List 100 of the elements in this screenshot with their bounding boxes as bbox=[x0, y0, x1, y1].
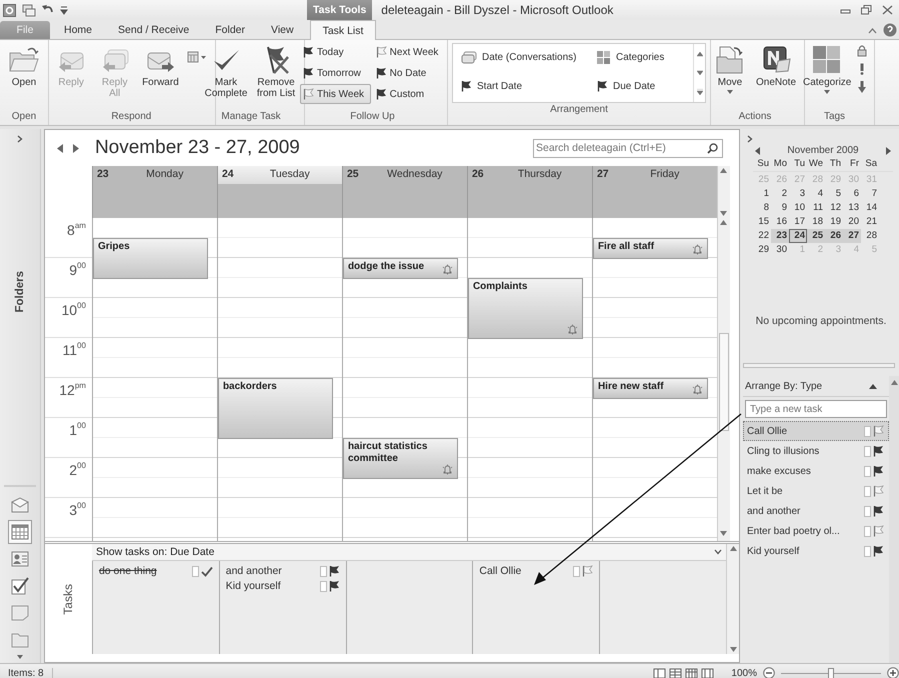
folders-label[interactable]: Folders bbox=[14, 271, 26, 313]
day-header[interactable]: 24 Tuesday bbox=[216, 166, 342, 218]
calendar-day[interactable]: 20 bbox=[843, 215, 861, 229]
previous-icon[interactable] bbox=[56, 144, 63, 152]
calendar-day[interactable]: 14 bbox=[861, 201, 879, 215]
follow-up-button[interactable]: Tomorrow bbox=[300, 63, 371, 83]
calendar-day[interactable]: 7 bbox=[861, 187, 879, 201]
next-icon[interactable] bbox=[72, 144, 79, 152]
ribbon-button[interactable]: Categorize bbox=[799, 43, 856, 96]
arrangement-option[interactable]: Start Date bbox=[455, 77, 591, 95]
flag-icon[interactable] bbox=[873, 465, 884, 477]
expand-icon[interactable] bbox=[16, 135, 23, 143]
more-icon[interactable] bbox=[696, 89, 702, 96]
flag-icon[interactable] bbox=[873, 445, 884, 457]
collapse-ribbon-icon[interactable] bbox=[868, 26, 877, 34]
appointment[interactable]: Fire all staff bbox=[592, 238, 708, 259]
ribbon-button[interactable]: Forward bbox=[139, 43, 182, 90]
flag-icon[interactable] bbox=[376, 46, 387, 58]
ribbon-tab[interactable]: Folder bbox=[203, 21, 257, 39]
calendar-day[interactable]: 5 bbox=[825, 187, 843, 201]
task-item[interactable]: do one thing bbox=[98, 565, 190, 577]
flag-icon[interactable] bbox=[303, 46, 314, 58]
ribbon-button[interactable]: OneNote bbox=[752, 43, 800, 90]
flag-icon[interactable] bbox=[873, 545, 884, 557]
checkmark-icon[interactable] bbox=[200, 566, 213, 576]
ribbon-tab[interactable]: View bbox=[259, 21, 306, 39]
customize-dropdown-icon[interactable] bbox=[60, 5, 68, 15]
search-icon[interactable] bbox=[707, 142, 718, 154]
calendar-day[interactable]: 30 bbox=[771, 243, 789, 257]
scrollbar[interactable] bbox=[716, 166, 730, 218]
scrollbar[interactable] bbox=[716, 218, 730, 541]
day-header[interactable]: 25 Wednesday bbox=[342, 166, 467, 218]
flag-icon[interactable] bbox=[303, 67, 314, 79]
app-icon[interactable] bbox=[3, 4, 16, 16]
zoom-in-icon[interactable] bbox=[887, 667, 899, 678]
close-icon[interactable] bbox=[882, 5, 893, 15]
arrangement-option[interactable]: Due Date bbox=[591, 77, 691, 95]
appointment[interactable]: Gripes bbox=[92, 238, 208, 279]
scroll-down-icon[interactable] bbox=[720, 531, 728, 536]
appointment[interactable]: dodge the issue bbox=[342, 258, 458, 279]
flag-icon[interactable] bbox=[376, 67, 387, 79]
scroll-thumb[interactable] bbox=[718, 333, 729, 431]
follow-up-button[interactable]: Custom bbox=[372, 84, 445, 104]
calendar-day[interactable]: 11 bbox=[807, 201, 825, 215]
low-importance-icon[interactable] bbox=[857, 81, 868, 93]
help-icon[interactable] bbox=[883, 23, 897, 37]
ribbon-tab[interactable]: Home bbox=[52, 21, 104, 39]
calendar-day[interactable]: 18 bbox=[807, 215, 825, 229]
day-header[interactable]: 23 Monday bbox=[92, 166, 217, 218]
scroll-up-icon[interactable] bbox=[720, 220, 728, 225]
ribbon-tab[interactable]: Send / Receive bbox=[106, 21, 202, 39]
slider-thumb[interactable] bbox=[828, 668, 834, 678]
arrangement-option[interactable]: Date (Conversations) bbox=[455, 48, 591, 66]
flag-icon[interactable] bbox=[328, 580, 340, 592]
next-month-icon[interactable] bbox=[886, 146, 891, 154]
scroll-down-icon[interactable] bbox=[730, 647, 736, 652]
ribbon-tab[interactable]: Task List bbox=[310, 20, 376, 40]
search-field[interactable]: Search deleteagain (Ctrl+E) bbox=[533, 138, 723, 158]
scrollbar[interactable] bbox=[726, 544, 739, 654]
calendar-day[interactable]: 28 bbox=[861, 229, 879, 243]
calendar-day[interactable]: 3 bbox=[789, 187, 807, 201]
lock-icon[interactable] bbox=[857, 45, 868, 57]
flag-icon[interactable] bbox=[376, 88, 387, 100]
scrollbar[interactable] bbox=[889, 376, 899, 663]
calendar-day[interactable]: 24 bbox=[789, 229, 807, 243]
follow-up-button[interactable]: This Week bbox=[300, 84, 371, 104]
scroll-down-icon[interactable] bbox=[696, 70, 702, 76]
task-row[interactable]: make excuses bbox=[743, 461, 889, 481]
calendar-day[interactable]: 19 bbox=[825, 215, 843, 229]
calendar-day[interactable]: 27 bbox=[843, 229, 861, 243]
follow-up-button[interactable]: Next Week bbox=[372, 42, 445, 62]
calendar-day[interactable]: 4 bbox=[807, 187, 825, 201]
task-row[interactable]: Cling to illusions bbox=[743, 441, 889, 461]
previous-month-icon[interactable] bbox=[755, 146, 760, 154]
scroll-up-icon[interactable] bbox=[890, 380, 898, 385]
expand-icon[interactable] bbox=[747, 135, 753, 143]
calendar-day[interactable]: 17 bbox=[789, 215, 807, 229]
appointment[interactable]: Hire new staff bbox=[592, 378, 708, 399]
calendar-day[interactable]: 22 bbox=[753, 229, 771, 243]
arrangement-option[interactable]: Categories bbox=[591, 48, 691, 66]
follow-up-button[interactable]: Today bbox=[300, 42, 371, 62]
task-row[interactable]: and another bbox=[743, 501, 889, 521]
ribbon-button[interactable]: Open bbox=[4, 43, 44, 90]
ribbon-button[interactable]: Mark Complete bbox=[202, 43, 250, 101]
appointment[interactable]: haircut statistics committee bbox=[342, 438, 458, 479]
task-item[interactable]: Kid yourself bbox=[226, 580, 318, 592]
arrange-by-header[interactable]: Arrange By: Type bbox=[745, 380, 822, 392]
calendar-day[interactable]: 23 bbox=[771, 229, 789, 243]
scroll-up-icon[interactable] bbox=[730, 546, 736, 551]
scroll-up-icon[interactable] bbox=[720, 168, 728, 173]
calendar-day[interactable]: 9 bbox=[771, 201, 789, 215]
task-row[interactable]: Kid yourself bbox=[743, 541, 889, 561]
ribbon-button[interactable]: Remove from List bbox=[252, 43, 300, 101]
appointment[interactable]: backorders bbox=[218, 378, 333, 439]
task-item[interactable]: and another bbox=[226, 565, 318, 577]
flag-icon[interactable] bbox=[597, 80, 608, 92]
restore-icon[interactable] bbox=[861, 5, 872, 15]
calendar-day[interactable]: 10 bbox=[789, 201, 807, 215]
more-modules-icon[interactable] bbox=[16, 655, 23, 659]
chevron-down-icon[interactable] bbox=[714, 549, 722, 555]
